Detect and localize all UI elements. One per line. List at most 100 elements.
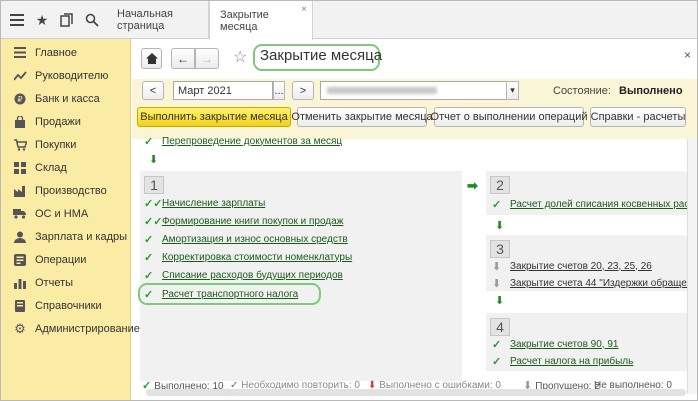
state-value: Выполнено bbox=[619, 85, 683, 97]
sidebar-item-main[interactable]: Главное bbox=[1, 41, 131, 64]
history-icon[interactable] bbox=[57, 10, 77, 30]
sidebar-item-warehouse[interactable]: Склад bbox=[1, 156, 131, 179]
tab-close-icon[interactable]: × bbox=[301, 4, 307, 15]
people-icon bbox=[13, 230, 27, 244]
factory-icon bbox=[13, 184, 27, 198]
sidebar-item-admin[interactable]: ⚙ Администрирование bbox=[1, 317, 140, 340]
horizontal-scrollbar[interactable] bbox=[146, 389, 686, 396]
skip-arrow-icon: ⬇ bbox=[492, 277, 502, 290]
sidebar-item-label: Операции bbox=[35, 253, 87, 266]
sidebar-item-label: Справочники bbox=[35, 299, 102, 312]
step-item-link[interactable]: Начисление зарплаты bbox=[162, 198, 265, 209]
step-item: ✓ Расчет налога на прибыль bbox=[492, 353, 633, 369]
step-item: ✓ Расчет долей списания косвенных расход bbox=[492, 196, 697, 212]
double-check-icon: ✓✓ bbox=[144, 197, 163, 210]
sidebar-item-label: Склад bbox=[35, 161, 67, 174]
step-item-link[interactable]: Амортизация и износ основных средств bbox=[162, 234, 348, 245]
bank-icon: ₽ bbox=[13, 92, 27, 106]
check-icon: ✓ bbox=[492, 338, 502, 351]
menu-icon[interactable] bbox=[7, 10, 27, 30]
svg-text:₽: ₽ bbox=[17, 95, 22, 104]
sidebar-item-label: Главное bbox=[35, 46, 78, 59]
page-title: Закрытие месяца bbox=[260, 47, 383, 64]
check-icon: ✓ bbox=[144, 233, 154, 246]
arrow-down-icon: ⬇ bbox=[495, 220, 505, 232]
sidebar-item-label: Покупки bbox=[35, 138, 77, 151]
step-item: ✓✓ Начисление зарплаты bbox=[144, 195, 265, 211]
favorite-star-icon[interactable]: ☆ bbox=[233, 47, 247, 67]
step-item: ✓ Списание расходов будущих периодов bbox=[144, 267, 343, 283]
arrow-left-icon: ← bbox=[177, 51, 189, 66]
operations-report-button[interactable]: Отчет о выполнении операций bbox=[431, 107, 588, 127]
sidebar-item-purchases[interactable]: Покупки bbox=[1, 133, 131, 156]
period-select-button[interactable]: ... bbox=[273, 81, 285, 100]
sidebar-item-label: Продажи bbox=[35, 115, 81, 128]
check-icon: ✓ bbox=[492, 198, 502, 211]
step-item-link[interactable]: Закрытие счетов 20, 23, 25, 26 bbox=[510, 261, 652, 272]
favorites-star-icon[interactable]: ★ bbox=[32, 10, 52, 30]
state-label: Состояние: bbox=[553, 85, 611, 97]
step-item-link[interactable]: Расчет долей списания косвенных расход bbox=[510, 199, 697, 210]
reference-calculations-button[interactable]: Справки - расчеты bbox=[590, 107, 686, 127]
sidebar-item-operations[interactable]: Операции bbox=[1, 248, 131, 271]
organization-dropdown-button[interactable]: ▾ bbox=[506, 81, 519, 100]
step-item-link[interactable]: Формирование книги покупок и продаж bbox=[162, 216, 343, 227]
sidebar-item-salary[interactable]: Зарплата и кадры bbox=[1, 225, 131, 248]
sidebar-item-bank[interactable]: ₽ Банк и касса bbox=[1, 87, 131, 110]
cancel-closing-button[interactable]: Отменить закрытие месяца bbox=[291, 107, 433, 127]
app-window: ★ Начальная страница Закрытие месяца × Г… bbox=[0, 0, 698, 401]
warehouse-icon bbox=[13, 161, 27, 175]
tab-home[interactable]: Начальная страница bbox=[107, 1, 209, 39]
step-item: ✓ Расчет транспортного налога bbox=[144, 286, 298, 302]
skip-arrow-icon: ⬇ bbox=[492, 260, 502, 273]
operations-icon bbox=[13, 253, 27, 267]
sidebar-item-label: Отчеты bbox=[35, 276, 74, 289]
step-item-link[interactable]: Расчет транспортного налога bbox=[162, 289, 298, 300]
next-period-button[interactable]: > bbox=[292, 81, 314, 100]
sidebar-item-label: ОС и НМА bbox=[35, 207, 89, 220]
period-input[interactable]: Март 2021 bbox=[173, 81, 273, 100]
bag-icon bbox=[13, 115, 27, 129]
double-check-icon: ✓✓ bbox=[144, 215, 163, 228]
step-item-link[interactable]: Закрытие счета 44 "Издержки обращения" bbox=[510, 278, 697, 289]
step-item-link[interactable]: Списание расходов будущих периодов bbox=[162, 270, 343, 281]
month-closing-form: ← → ☆ Закрытие месяца × < Март 2021 ... … bbox=[132, 39, 697, 400]
home-icon bbox=[145, 53, 158, 64]
search-icon[interactable] bbox=[82, 10, 102, 30]
step-item-link[interactable]: Закрытие счетов 90, 91 bbox=[510, 339, 618, 350]
sidebar-item-reports[interactable]: Отчеты bbox=[1, 271, 131, 294]
sidebar-item-label: Руководителю bbox=[35, 69, 109, 82]
arrow-down-icon: ⬇ bbox=[149, 154, 159, 166]
step-item-link[interactable]: Корректировка стоимости номенклатуры bbox=[162, 252, 352, 263]
step-number: 4 bbox=[490, 318, 510, 336]
sidebar-item-assets[interactable]: ОС и НМА bbox=[1, 202, 131, 225]
sidebar-item-production[interactable]: Производство bbox=[1, 179, 131, 202]
top-bar: ★ Начальная страница Закрытие месяца × bbox=[1, 1, 697, 40]
truck-icon bbox=[13, 207, 27, 221]
check-icon: ✓ bbox=[144, 135, 154, 148]
sidebar-item-sales[interactable]: Продажи bbox=[1, 110, 131, 133]
prev-period-button[interactable]: < bbox=[142, 81, 164, 100]
back-button[interactable]: ← bbox=[171, 48, 195, 69]
sidebar-item-references[interactable]: Справочники bbox=[1, 294, 131, 317]
arrow-down-icon: ⬇ bbox=[495, 295, 505, 307]
close-form-icon[interactable]: × bbox=[684, 48, 691, 62]
vertical-scrollbar[interactable] bbox=[687, 139, 697, 394]
step-item-link[interactable]: Расчет налога на прибыль bbox=[510, 356, 633, 367]
tab-month-closing[interactable]: Закрытие месяца × bbox=[209, 1, 313, 40]
forward-button[interactable]: → bbox=[195, 48, 219, 69]
sidebar-item-manager[interactable]: Руководителю bbox=[1, 64, 131, 87]
arrow-right-icon: → bbox=[201, 51, 213, 66]
organization-input[interactable] bbox=[320, 81, 508, 100]
gear-icon: ⚙ bbox=[14, 320, 26, 336]
run-closing-button[interactable]: Выполнить закрытие месяца bbox=[137, 107, 291, 127]
check-icon: ✓ bbox=[492, 355, 502, 368]
home-button[interactable] bbox=[141, 48, 162, 69]
check-icon: ✓ bbox=[144, 288, 154, 301]
step-item: ⬇ Закрытие счетов 20, 23, 25, 26 bbox=[492, 258, 652, 274]
step-item: ✓ Закрытие счетов 90, 91 bbox=[492, 336, 618, 352]
reposting-link[interactable]: Перепроведение документов за месяц bbox=[162, 136, 342, 147]
step-number: 2 bbox=[490, 176, 510, 194]
tab-label: Начальная страница bbox=[117, 8, 173, 32]
tab-label: Закрытие месяца bbox=[220, 8, 269, 33]
